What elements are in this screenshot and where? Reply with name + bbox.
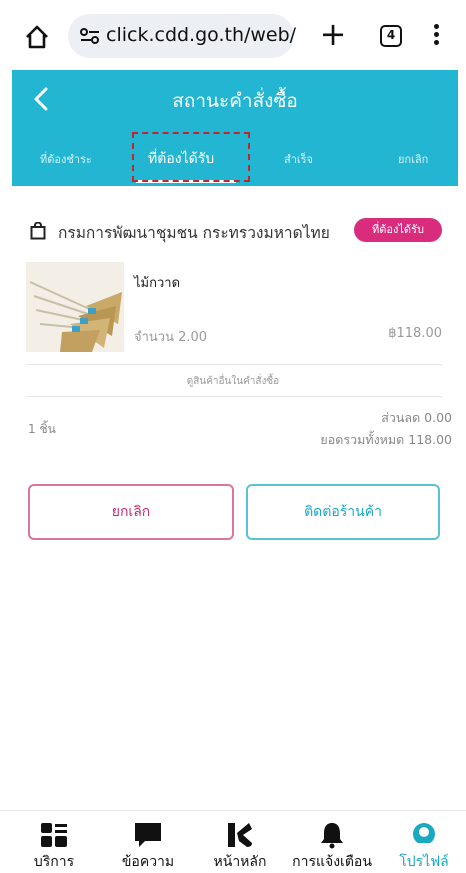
nav-messages[interactable]: ข้อความ [100, 821, 196, 873]
nav-services[interactable]: บริการ [6, 821, 102, 873]
view-more-link[interactable]: ดูสินค้าอื่นในคำสั่งซื้อ [0, 374, 466, 389]
nav-notifications[interactable]: การแจ้งเตือน [284, 821, 380, 873]
chat-icon [135, 823, 161, 847]
product-price: ฿118.00 [388, 326, 442, 341]
contact-shop-button[interactable]: ติดต่อร้านค้า [246, 484, 440, 540]
profile-icon [413, 823, 435, 849]
item-count: 1 ชิ้น [28, 422, 56, 436]
divider [26, 364, 442, 365]
nav-profile[interactable]: โปรไฟล์ [376, 821, 466, 873]
bottom-nav: บริการ ข้อความ หน้าหลัก การแจ้งเตือน โปร… [0, 810, 466, 873]
nav-label: การแจ้งเตือน [292, 854, 372, 870]
product-name[interactable]: ไม้กวาด [134, 272, 180, 293]
nav-label: บริการ [33, 854, 75, 870]
home-logo-icon [228, 823, 252, 847]
url-text[interactable]: click.cdd.go.th/web/ [106, 24, 296, 46]
highlight-box [132, 132, 250, 182]
tab-switcher-button[interactable]: 4 [380, 25, 402, 47]
discount: ส่วนลด 0.00 [381, 410, 452, 425]
grand-total: ยอดรวมทั้งหมด 118.00 [320, 432, 452, 447]
tab-to-pay[interactable]: ที่ต้องชำระ [40, 150, 92, 168]
product-image[interactable] [26, 262, 124, 352]
site-settings-icon[interactable] [80, 27, 100, 45]
tab-success[interactable]: สำเร็จ [284, 150, 313, 168]
nav-home[interactable]: หน้าหลัก [192, 821, 288, 873]
status-badge: ที่ต้องได้รับ [354, 218, 442, 242]
product-quantity: จำนวน 2.00 [134, 330, 208, 345]
tab-cancelled[interactable]: ยกเลิก [398, 150, 428, 168]
nav-label: หน้าหลัก [213, 854, 267, 870]
new-tab-button[interactable]: + [318, 18, 348, 50]
url-bar[interactable]: click.cdd.go.th/web/ [68, 14, 296, 58]
page-title: สถานะคำสั่งซื้อ [172, 90, 298, 112]
bell-icon [321, 823, 343, 849]
cancel-order-button[interactable]: ยกเลิก [28, 484, 234, 540]
divider [26, 396, 442, 397]
home-icon[interactable] [24, 24, 50, 50]
app-header: สถานะคำสั่งซื้อ ที่ต้องชำระ ที่ต้องได้รั… [12, 70, 458, 186]
nav-label: โปรไฟล์ [399, 854, 449, 870]
more-menu-icon[interactable] [428, 22, 444, 50]
broom-illustration-icon [26, 262, 124, 352]
shop-name[interactable]: กรมการพัฒนาชุมชน กระทรวงมหาดไทย [58, 220, 330, 245]
shopping-bag-icon [30, 222, 46, 240]
nav-label: ข้อความ [121, 854, 175, 870]
browser-toolbar: click.cdd.go.th/web/ + 4 [0, 0, 466, 70]
grid-icon [41, 823, 67, 847]
